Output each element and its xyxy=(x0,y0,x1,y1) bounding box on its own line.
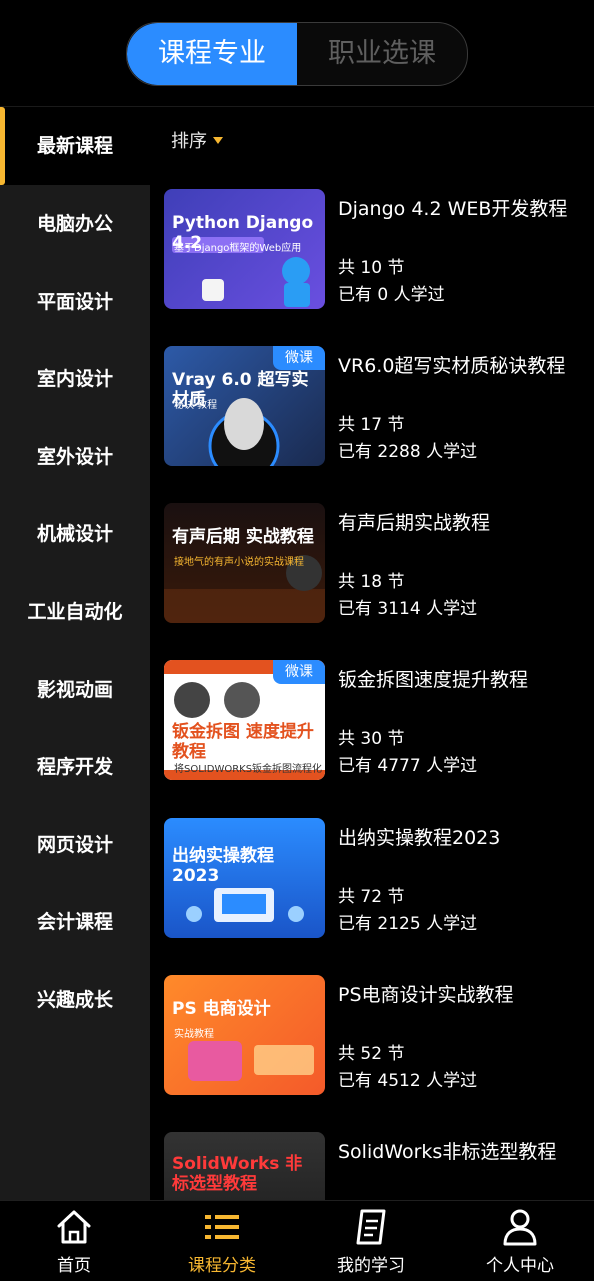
sidebar-item-web-design[interactable]: 网页设计 xyxy=(0,806,150,884)
course-thumbnail: PS 电商设计 实战教程 xyxy=(164,975,325,1095)
course-title: SolidWorks非标选型教程 xyxy=(338,1141,557,1163)
notebook-icon xyxy=(356,1209,386,1245)
course-lesson-count: 共 52 节 xyxy=(338,1044,405,1064)
category-sidebar: 最新课程 电脑办公 平面设计 室内设计 室外设计 机械设计 工业自动化 影视动画… xyxy=(0,107,150,1200)
thumbnail-subtitle: 接地气的有声小说的实战课程 xyxy=(174,557,304,568)
course-card[interactable]: SolidWorks 非标选型教程 SolidWorks非标选型教程 xyxy=(164,1132,584,1200)
bottom-nav: 首页 课程分类 我的学习 个人中心 xyxy=(0,1200,594,1281)
course-learner-count: 已有 4777 人学过 xyxy=(338,756,478,776)
nav-profile-label: 个人中心 xyxy=(486,1256,554,1276)
home-icon xyxy=(57,1210,91,1244)
course-learner-count: 已有 2288 人学过 xyxy=(338,442,478,462)
course-lesson-count: 共 10 节 xyxy=(338,258,405,278)
course-lesson-count: 共 72 节 xyxy=(338,887,405,907)
thumbnail-title: 钣金拆图 速度提升教程 xyxy=(172,722,314,762)
course-card[interactable]: Vray 6.0 超写实材质 秘诀 教程 微课 VR6.0超写实材质秘诀教程 共… xyxy=(164,346,584,468)
course-title: PS电商设计实战教程 xyxy=(338,984,514,1006)
thumbnail-subtitle: 基于Django框架的Web应用 xyxy=(174,243,302,254)
thumbnail-subtitle: 秘诀 教程 xyxy=(174,400,218,411)
course-title: Django 4.2 WEB开发教程 xyxy=(338,198,568,220)
micro-course-badge: 微课 xyxy=(273,660,325,684)
nav-course-category[interactable]: 课程分类 xyxy=(148,1201,296,1281)
nav-my-learning-label: 我的学习 xyxy=(337,1256,405,1276)
course-type-switch: 课程专业 职业选课 xyxy=(126,22,468,86)
sidebar-item-graphic-design[interactable]: 平面设计 xyxy=(0,263,150,341)
course-card[interactable]: 钣金拆图 速度提升教程 将SOLIDWORKS钣金拆图流程化 微课 钣金拆图速度… xyxy=(164,660,584,782)
thumbnail-title: 有声后期 实战教程 xyxy=(172,527,314,547)
course-card[interactable]: PS 电商设计 实战教程 PS电商设计实战教程 共 52 节 已有 4512 人… xyxy=(164,975,584,1097)
micro-course-badge: 微课 xyxy=(273,346,325,370)
course-lesson-count: 共 17 节 xyxy=(338,415,405,435)
course-title: 出纳实操教程2023 xyxy=(338,827,501,849)
sidebar-item-hobby[interactable]: 兴趣成长 xyxy=(0,961,150,1039)
sidebar-item-animation[interactable]: 影视动画 xyxy=(0,651,150,729)
course-thumbnail: SolidWorks 非标选型教程 xyxy=(164,1132,325,1200)
thumbnail-title: PS 电商设计 xyxy=(172,999,271,1019)
course-learner-count: 已有 2125 人学过 xyxy=(338,914,478,934)
course-title: 钣金拆图速度提升教程 xyxy=(338,669,529,691)
course-title: 有声后期实战教程 xyxy=(338,512,491,534)
top-bar: 课程专业 职业选课 xyxy=(0,0,594,107)
course-thumbnail: Python Django 4.2 基于Django框架的Web应用 xyxy=(164,189,325,309)
course-card[interactable]: 出纳实操教程2023 出纳实操教程2023 共 72 节 已有 2125 人学过 xyxy=(164,818,584,940)
thumbnail-subtitle: 将SOLIDWORKS钣金拆图流程化 xyxy=(174,764,323,775)
sidebar-item-programming[interactable]: 程序开发 xyxy=(0,728,150,806)
course-title: VR6.0超写实材质秘诀教程 xyxy=(338,355,566,377)
tab-course-major[interactable]: 课程专业 xyxy=(127,23,297,85)
sidebar-item-accounting[interactable]: 会计课程 xyxy=(0,883,150,961)
caret-down-icon xyxy=(213,136,223,144)
thumbnail-subtitle: 实战教程 xyxy=(174,1029,214,1040)
sidebar-item-latest[interactable]: 最新课程 xyxy=(0,107,150,185)
sidebar-item-exterior-design[interactable]: 室外设计 xyxy=(0,418,150,496)
course-card[interactable]: Python Django 4.2 基于Django框架的Web应用 Djang… xyxy=(164,189,584,311)
sort-dropdown[interactable]: 排序 xyxy=(171,127,223,153)
course-thumbnail: 出纳实操教程2023 xyxy=(164,818,325,938)
course-learner-count: 已有 3114 人学过 xyxy=(338,599,478,619)
sidebar-item-interior-design[interactable]: 室内设计 xyxy=(0,340,150,418)
nav-course-category-label: 课程分类 xyxy=(188,1256,256,1276)
course-learner-count: 已有 0 人学过 xyxy=(338,285,445,305)
nav-home-label: 首页 xyxy=(57,1256,91,1276)
course-thumbnail: 钣金拆图 速度提升教程 将SOLIDWORKS钣金拆图流程化 微课 xyxy=(164,660,325,780)
sidebar-item-automation[interactable]: 工业自动化 xyxy=(0,573,150,651)
course-thumbnail: Vray 6.0 超写实材质 秘诀 教程 微课 xyxy=(164,346,325,466)
sidebar-item-office[interactable]: 电脑办公 xyxy=(0,185,150,263)
thumbnail-title: 出纳实操教程2023 xyxy=(172,846,274,886)
list-icon xyxy=(205,1215,239,1239)
person-icon xyxy=(503,1209,537,1246)
course-list-panel: 排序 Python Django 4.2 基于Django框架的Web应用 Dj… xyxy=(150,107,594,1200)
course-lesson-count: 共 18 节 xyxy=(338,572,405,592)
tab-career-course[interactable]: 职业选课 xyxy=(297,23,467,85)
thumbnail-title: SolidWorks 非标选型教程 xyxy=(172,1154,303,1194)
sort-label: 排序 xyxy=(171,131,207,152)
course-thumbnail: 有声后期 实战教程 接地气的有声小说的实战课程 xyxy=(164,503,325,623)
nav-home[interactable]: 首页 xyxy=(0,1201,148,1281)
nav-my-learning[interactable]: 我的学习 xyxy=(297,1201,445,1281)
sidebar-item-mechanical[interactable]: 机械设计 xyxy=(0,495,150,573)
course-card[interactable]: 有声后期 实战教程 接地气的有声小说的实战课程 有声后期实战教程 共 18 节 … xyxy=(164,503,584,625)
nav-profile[interactable]: 个人中心 xyxy=(446,1201,594,1281)
course-learner-count: 已有 4512 人学过 xyxy=(338,1071,478,1091)
course-lesson-count: 共 30 节 xyxy=(338,729,405,749)
